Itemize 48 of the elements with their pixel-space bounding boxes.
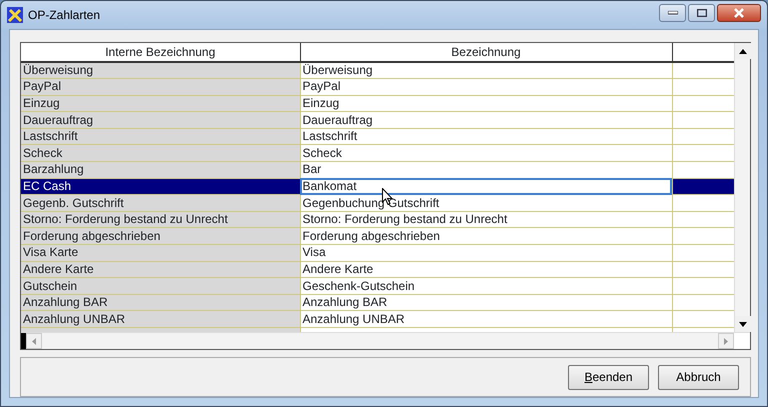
- minimize-button[interactable]: [659, 4, 686, 22]
- table-cell: Bar: [300, 162, 672, 178]
- table-cell: Gegenb. Gutschrift: [21, 194, 300, 212]
- column-header[interactable]: Interne Bezeichnung: [21, 43, 300, 62]
- close-button[interactable]: [717, 4, 761, 22]
- window-title: OP-Zahlarten: [28, 7, 100, 24]
- table-cell: Scheck: [21, 144, 300, 162]
- left-arrow-icon: [32, 338, 36, 344]
- dialog-button[interactable]: Beenden: [568, 364, 649, 390]
- table-cell: Überweisung: [21, 62, 300, 79]
- column-header[interactable]: Bezeichnung: [300, 43, 672, 62]
- table-cell: Storno: Forderung bestand zu Unrecht: [21, 211, 300, 228]
- down-arrow-icon: [739, 322, 747, 326]
- table-cell: Barzahlung: [21, 162, 300, 178]
- table-cell: Einzug: [300, 95, 672, 112]
- table-cell: Anzahlung UNBAR: [21, 310, 300, 328]
- table-cell: Anzahlung BAR: [300, 294, 672, 311]
- table-cell: Einzug: [21, 95, 300, 112]
- table-cell: Visa Karte: [21, 244, 300, 262]
- table-cell: Scheck: [300, 144, 672, 162]
- table-cell: Storno: Forderung bestand zu Unrecht: [300, 211, 672, 228]
- table-cell: Andere Karte: [300, 261, 672, 278]
- right-arrow-icon: [724, 338, 728, 344]
- table-cell: Geschenk-Gutschein: [300, 278, 672, 294]
- table-cell: Forderung abgeschrieben: [21, 228, 300, 245]
- table-cell: Lastschrift: [21, 128, 300, 145]
- app-icon: [7, 7, 23, 23]
- table-cell: Dauerauftrag: [300, 112, 672, 128]
- table-cell: Andere Karte: [21, 261, 300, 278]
- close-icon: [733, 8, 745, 18]
- table-cell: Forderung abgeschrieben: [300, 228, 672, 245]
- table-cell: Dauerauftrag: [21, 112, 300, 128]
- table-cell: Anzahlung UNBAR: [300, 310, 672, 328]
- table-cell: Anzahlung BAR: [21, 294, 300, 311]
- table-cell: PayPal: [21, 78, 300, 96]
- minimize-icon: [668, 11, 678, 15]
- dialog-button[interactable]: Abbruch: [658, 364, 739, 390]
- table-cell: Überweisung: [300, 62, 672, 79]
- table-cell: Lastschrift: [300, 128, 672, 145]
- table-cell: PayPal: [300, 78, 672, 96]
- table-cell: Gutschein: [21, 278, 300, 294]
- cell-edit-field[interactable]: Bankomat: [300, 178, 672, 195]
- table-cell: EC Cash: [21, 178, 300, 195]
- scrollbar-thumb[interactable]: [21, 333, 26, 349]
- maximize-icon: [696, 9, 706, 17]
- up-arrow-icon: [739, 48, 747, 54]
- table-cell: Visa: [300, 244, 672, 262]
- maximize-button[interactable]: [688, 4, 715, 22]
